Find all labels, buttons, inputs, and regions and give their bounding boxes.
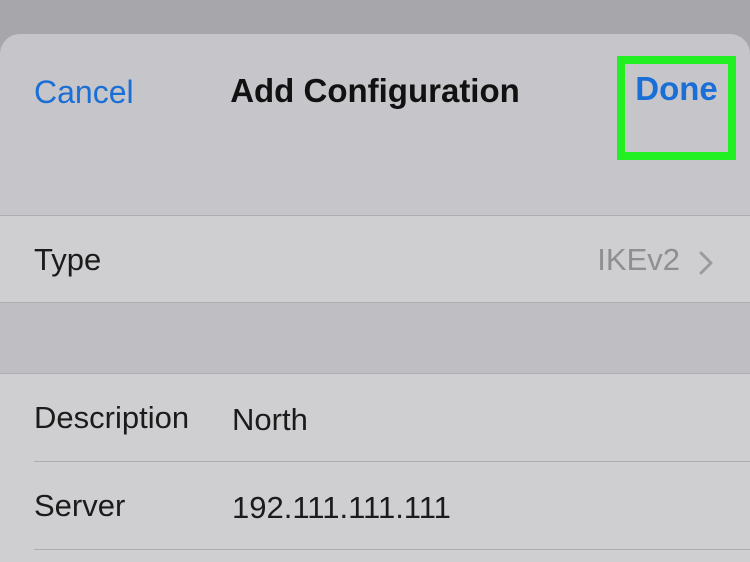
divider (34, 549, 750, 550)
type-value: IKEv2 (597, 242, 680, 277)
server-label: Server (34, 488, 126, 523)
done-button[interactable]: Done (617, 56, 736, 160)
type-row[interactable]: Type IKEv2 (0, 216, 750, 302)
chevron-right-icon (699, 251, 713, 275)
screen: Cancel Add Configuration Done Type IKEv2… (0, 0, 750, 562)
description-label: Description (34, 400, 190, 435)
group-spacer (0, 303, 750, 373)
add-configuration-sheet: Cancel Add Configuration Done Type IKEv2… (0, 34, 750, 562)
description-row: Description North (0, 374, 750, 460)
fields-group: Description North Server 192.111.111.111 (0, 374, 750, 562)
done-button-label: Done (635, 70, 718, 107)
server-row: Server 192.111.111.111 (0, 462, 750, 548)
description-input[interactable]: North (232, 402, 308, 438)
server-input[interactable]: 192.111.111.111 (232, 490, 451, 526)
navigation-bar: Cancel Add Configuration Done (0, 34, 750, 160)
type-group: Type IKEv2 (0, 216, 750, 302)
type-label: Type (34, 242, 102, 277)
